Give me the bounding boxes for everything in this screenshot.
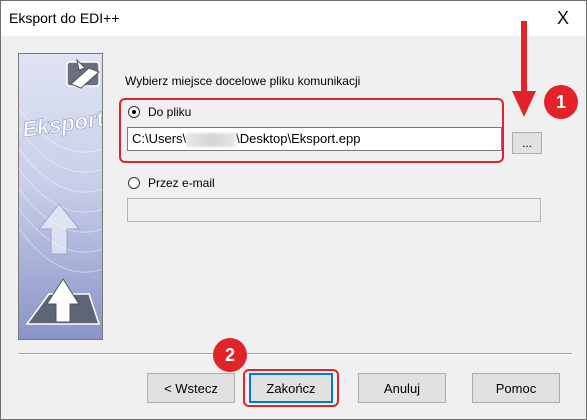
finish-label: Zakończ — [266, 380, 316, 396]
cancel-button[interactable]: Anuluj — [358, 373, 446, 403]
annotation-badge-1: 1 — [544, 85, 578, 119]
export-illustration: Eksport — [19, 58, 103, 325]
radio-button-unchecked[interactable] — [128, 177, 140, 189]
redacted-username — [186, 132, 237, 147]
button-divider — [18, 353, 572, 355]
window-title: Eksport do EDI++ — [9, 10, 120, 26]
help-button[interactable]: Pomoc — [472, 373, 560, 403]
back-button[interactable]: < Wstecz — [147, 373, 235, 403]
path-prefix: C:\Users\ — [132, 131, 187, 146]
title-bar: Eksport do EDI++ X — [1, 1, 586, 36]
browse-button[interactable]: ... — [512, 132, 542, 154]
file-path-input[interactable]: C:\Users\ \Desktop\Eksport.epp — [127, 127, 502, 151]
cancel-label: Anuluj — [383, 380, 421, 396]
sidebar-logo-text: Eksport — [21, 106, 103, 142]
radio-label-email: Przez e-mail — [148, 176, 215, 190]
export-dialog: Eksport do EDI++ X Eksport Wybierz miejs… — [0, 0, 587, 420]
path-suffix: \Desktop\Eksport.epp — [236, 131, 361, 146]
radio-do-pliku[interactable]: Do pliku — [128, 105, 191, 119]
back-label: < Wstecz — [164, 380, 218, 396]
radio-button-checked[interactable] — [128, 106, 140, 118]
folder-icon — [66, 58, 100, 89]
close-button[interactable]: X — [540, 1, 586, 36]
email-input[interactable] — [127, 198, 541, 222]
radio-przez-email[interactable]: Przez e-mail — [128, 176, 215, 190]
radio-label-file: Do pliku — [148, 105, 192, 119]
close-icon: X — [556, 8, 569, 28]
red-arrow-icon — [512, 21, 536, 117]
finish-button[interactable]: Zakończ — [249, 373, 333, 403]
help-label: Pomoc — [495, 380, 537, 396]
browse-label: ... — [521, 136, 532, 150]
folder-arrow-icon — [25, 278, 101, 325]
arrow-icon — [37, 203, 81, 255]
annotation-badge-2: 2 — [213, 338, 247, 372]
wizard-side-image: Eksport — [18, 53, 103, 340]
destination-prompt: Wybierz miejsce docelowe pliku komunikac… — [125, 74, 361, 88]
